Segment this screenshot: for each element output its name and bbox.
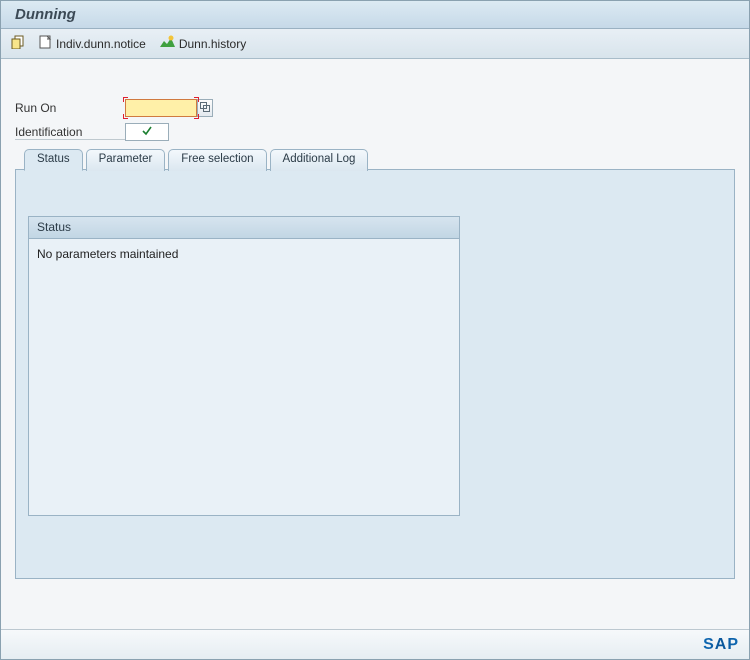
indiv-dunn-notice-label: Indiv.dunn.notice: [56, 37, 146, 51]
tab-additional-log[interactable]: Additional Log: [270, 149, 369, 171]
application-toolbar: Indiv.dunn.notice Dunn.history: [1, 29, 749, 59]
tab-additional-log-label: Additional Log: [283, 153, 356, 165]
tab-free-selection-label: Free selection: [181, 153, 253, 165]
status-group-content: No parameters maintained: [29, 239, 459, 269]
run-on-search-help-button[interactable]: [197, 99, 213, 117]
tabstrip: Status Parameter Free selection Addition…: [15, 169, 735, 579]
document-icon: [39, 35, 52, 52]
identification-input[interactable]: [125, 123, 169, 141]
checkmark-icon: [141, 125, 153, 140]
identification-label: Identification: [15, 125, 125, 140]
history-icon: [160, 35, 175, 52]
run-on-input[interactable]: [125, 99, 197, 117]
content-area: Run On Identification: [1, 59, 749, 629]
statusbar: SAP: [1, 629, 749, 659]
status-group-header: Status: [29, 217, 459, 239]
sap-window: Dunning Indiv.dunn.notice: [0, 0, 750, 660]
indiv-dunn-notice-button[interactable]: Indiv.dunn.notice: [39, 35, 146, 52]
value-help-icon: [200, 101, 210, 115]
status-message: No parameters maintained: [37, 247, 178, 261]
tab-status[interactable]: Status: [24, 149, 83, 171]
tab-row: Status Parameter Free selection Addition…: [24, 149, 371, 171]
tab-parameter[interactable]: Parameter: [86, 149, 166, 171]
tab-free-selection[interactable]: Free selection: [168, 149, 266, 171]
tab-body: Status No parameters maintained: [16, 170, 734, 578]
titlebar: Dunning: [1, 1, 749, 29]
sap-logo: SAP: [703, 636, 739, 654]
schedule-icon: [11, 35, 25, 52]
run-on-row: Run On: [15, 97, 735, 119]
dunn-history-label: Dunn.history: [179, 37, 246, 51]
page-title: Dunning: [15, 6, 76, 23]
status-groupbox: Status No parameters maintained: [28, 216, 460, 516]
dunn-history-button[interactable]: Dunn.history: [160, 35, 246, 52]
tab-parameter-label: Parameter: [99, 153, 153, 165]
identification-row: Identification: [15, 121, 735, 143]
tab-status-label: Status: [37, 153, 70, 165]
run-on-label: Run On: [15, 101, 125, 115]
schedule-button[interactable]: [11, 35, 25, 52]
